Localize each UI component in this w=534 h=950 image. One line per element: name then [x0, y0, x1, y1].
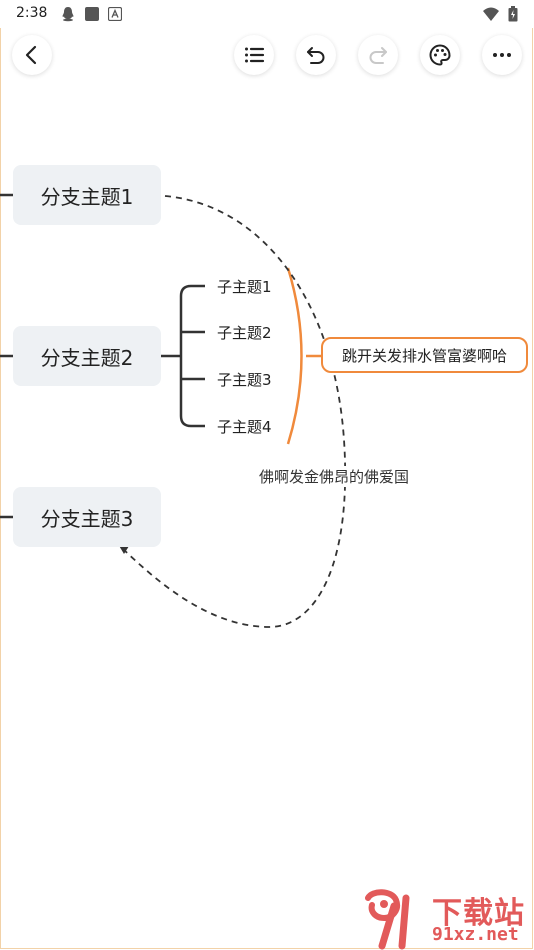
status-time: 2:38	[16, 5, 48, 21]
wifi-icon	[483, 7, 499, 21]
relationship-label[interactable]: 佛啊发金佛昂的佛爱国	[259, 466, 410, 487]
undo-icon	[307, 47, 325, 64]
redo-icon	[369, 47, 387, 64]
list-icon	[245, 47, 265, 63]
subtopic-3[interactable]: 子主题3	[217, 369, 272, 390]
palette-icon	[429, 44, 451, 66]
back-button[interactable]	[12, 35, 52, 75]
watermark-logo-icon	[365, 889, 410, 950]
branch-topic-1[interactable]: 分支主题1	[13, 165, 161, 225]
redo-button[interactable]	[358, 35, 398, 75]
mindmap-editor-screen: 2:38 分支主题1 分支主题2 分支主题3 子主题1 子主题2 子主题3 子主…	[0, 0, 534, 950]
branch-topic-3[interactable]: 分支主题3	[13, 487, 161, 547]
qq-icon	[62, 7, 74, 22]
more-button[interactable]	[482, 35, 522, 75]
summary-topic[interactable]: 跳开关发排水管富婆啊哈	[321, 337, 528, 373]
subtopic-4[interactable]: 子主题4	[217, 416, 272, 437]
more-icon	[493, 53, 511, 57]
status-bar: 2:38	[0, 0, 534, 28]
battery-icon	[508, 6, 518, 22]
watermark-text-bottom: 91xz.net	[432, 924, 519, 945]
a-icon	[108, 7, 122, 21]
branch-topic-2[interactable]: 分支主题2	[13, 326, 161, 386]
subtopic-2[interactable]: 子主题2	[217, 322, 272, 343]
subtopic-1[interactable]: 子主题1	[217, 276, 272, 297]
outline-button[interactable]	[234, 35, 274, 75]
back-icon	[25, 45, 37, 65]
undo-button[interactable]	[296, 35, 336, 75]
watermark: 下载站 91xz.net	[362, 888, 534, 950]
square-icon	[85, 7, 99, 21]
theme-button[interactable]	[420, 35, 460, 75]
